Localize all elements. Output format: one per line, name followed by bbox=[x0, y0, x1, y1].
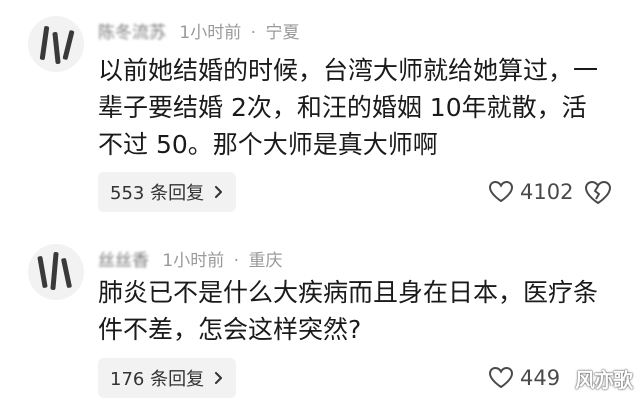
timestamp: 1小时前 bbox=[179, 23, 242, 43]
watermark: 风亦歌 bbox=[575, 368, 633, 392]
location: 宁夏 bbox=[265, 23, 300, 43]
chevron-right-icon bbox=[215, 372, 223, 384]
comment-line: 件不差，怎会这样突然? bbox=[98, 315, 362, 344]
comment-line: 肺炎已不是什么大疾病而且身在日本，医疗条 bbox=[98, 278, 599, 307]
avatar[interactable] bbox=[28, 244, 84, 300]
comment-item: 丝丝香 1小时前 · 重庆 肺炎已不是什么大疾病而且身在日本，医疗条 件不差，怎… bbox=[0, 232, 640, 403]
chevron-right-icon bbox=[215, 186, 223, 198]
like-button[interactable]: 4102 bbox=[488, 180, 573, 204]
location: 重庆 bbox=[248, 251, 283, 271]
comment-line: 不过 50。那个大师是真大师啊 bbox=[98, 130, 438, 159]
timestamp: 1小时前 bbox=[162, 251, 225, 271]
heart-outline-icon bbox=[488, 366, 514, 389]
avatar[interactable] bbox=[28, 16, 84, 72]
meta-separator: · bbox=[250, 23, 257, 43]
heart-outline-icon bbox=[488, 180, 514, 203]
username[interactable]: 陈冬流苏 bbox=[98, 23, 166, 43]
replies-label: 176 条回复 bbox=[110, 369, 205, 390]
view-replies-button[interactable]: 553 条回复 bbox=[98, 172, 237, 212]
comment-meta: 丝丝香 1小时前 · 重庆 bbox=[98, 246, 282, 271]
comment-text: 以前她结婚的时候，台湾大师就给她算过，一 辈子要结婚 2次，和汪的婚姻 10年就… bbox=[98, 52, 618, 163]
meta-separator: · bbox=[233, 251, 240, 271]
broken-heart-icon[interactable] bbox=[584, 180, 612, 206]
replies-label: 553 条回复 bbox=[110, 183, 205, 204]
like-count: 4102 bbox=[520, 180, 574, 204]
comment-item: 陈冬流苏 1小时前 · 宁夏 以前她结婚的时候，台湾大师就给她算过，一 辈子要结… bbox=[0, 0, 640, 222]
comment-line: 以前她结婚的时候，台湾大师就给她算过，一 bbox=[98, 56, 599, 85]
comment-text: 肺炎已不是什么大疾病而且身在日本，医疗条 件不差，怎会这样突然? bbox=[98, 274, 618, 348]
comment-line: 辈子要结婚 2次，和汪的婚姻 10年就散，活 bbox=[98, 93, 587, 122]
view-replies-button[interactable]: 176 条回复 bbox=[98, 358, 237, 398]
username[interactable]: 丝丝香 bbox=[98, 251, 149, 271]
like-count: 449 bbox=[520, 366, 561, 390]
comment-meta: 陈冬流苏 1小时前 · 宁夏 bbox=[98, 18, 299, 43]
like-button[interactable]: 449 bbox=[488, 366, 560, 390]
